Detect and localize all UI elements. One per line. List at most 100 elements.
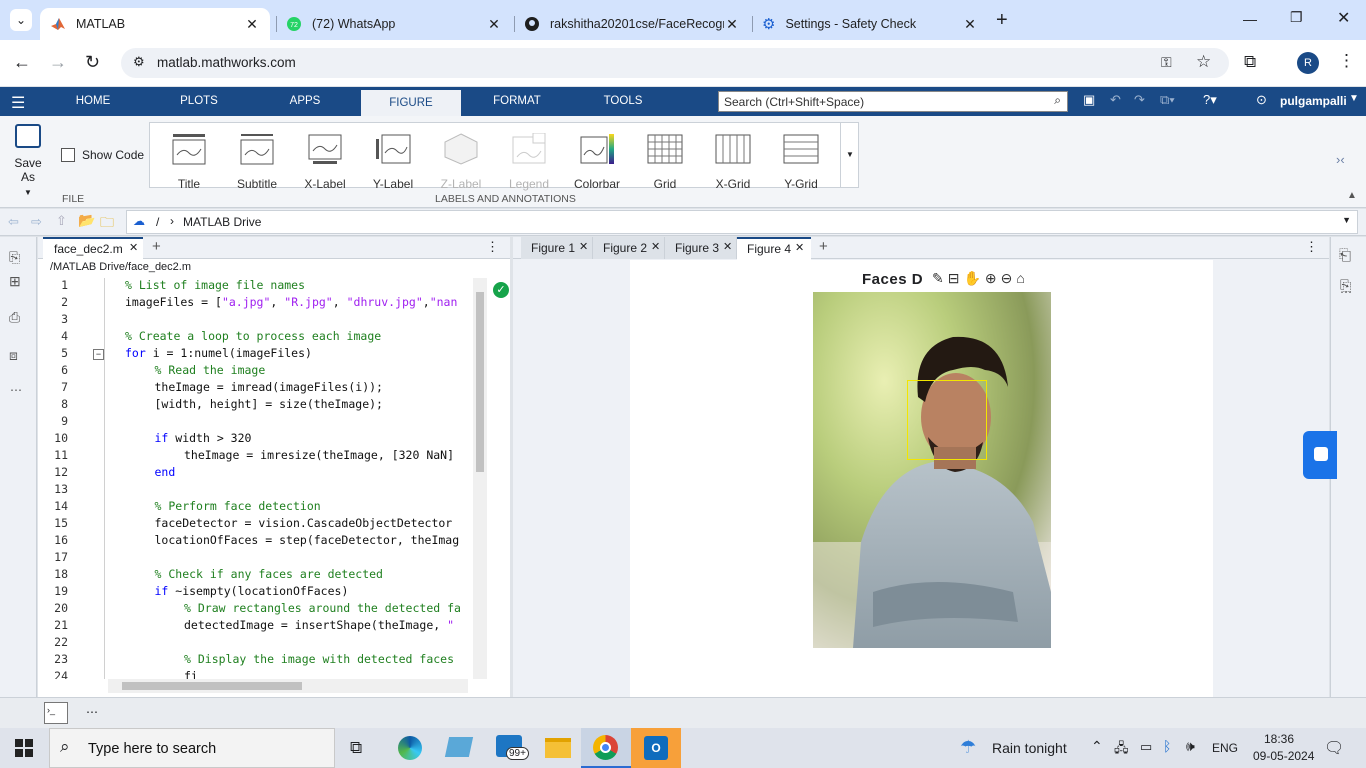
property-inspector-icon[interactable]: ⎗ (1339, 247, 1351, 264)
edge-browser-icon[interactable] (398, 736, 422, 760)
close-icon[interactable]: ✕ (962, 16, 978, 33)
code-line[interactable]: % Create a loop to process each image (125, 329, 381, 343)
undo-icon[interactable]: ↶ (1110, 92, 1121, 108)
outlook-new-button[interactable]: O (631, 728, 681, 768)
user-name[interactable]: pulgampalli (1280, 94, 1347, 108)
path-folder[interactable]: MATLAB Drive (183, 215, 261, 229)
clock-date[interactable]: 09-05-2024 (1253, 749, 1314, 763)
restore-icon[interactable]: ❐ (1290, 9, 1303, 26)
figure-tab[interactable]: Figure 2 ✕ (593, 237, 665, 259)
clock-time[interactable]: 18:36 (1264, 732, 1294, 746)
code-area[interactable]: 1 % List of image file names 2 imageFiles =… (38, 278, 486, 679)
add-figure-icon[interactable]: + (819, 238, 828, 255)
new-tab-button[interactable]: + (996, 9, 1008, 31)
variables-panel-icon[interactable]: ⧈ (9, 347, 18, 364)
bluetooth-icon[interactable]: ᛒ (1163, 738, 1171, 754)
x-label-button[interactable]: X-Label (294, 133, 356, 191)
more-icon[interactable]: ⋯ (10, 383, 22, 397)
windows-start-icon[interactable] (15, 739, 33, 757)
chevron-up-icon[interactable]: ⌃ (1091, 738, 1103, 755)
editor-menu-icon[interactable]: ⋮ (486, 239, 499, 255)
bookmark-star-icon[interactable]: ☆ (1196, 52, 1211, 72)
code-line[interactable]: theImage = imread(imageFiles(i)); (155, 380, 383, 394)
close-icon[interactable]: ✕ (579, 240, 588, 253)
hamburger-menu-icon[interactable]: ☰ (11, 93, 25, 113)
forward-arrow-icon[interactable]: ⇨ (31, 214, 42, 230)
code-line[interactable]: % List of image file names (125, 278, 305, 292)
more-icon[interactable]: ⋯ (86, 705, 98, 719)
close-icon[interactable]: ✕ (723, 240, 732, 253)
code-line[interactable]: locationOfFaces = step(faceDetector, the… (155, 533, 460, 547)
close-icon[interactable]: ✕ (129, 241, 138, 254)
back-icon[interactable]: ← (13, 52, 31, 73)
files-panel-icon[interactable]: ⎘ (9, 249, 20, 266)
forward-icon[interactable]: → (49, 52, 67, 73)
side-widget-button[interactable] (1303, 431, 1337, 479)
tab-apps[interactable]: APPS (276, 87, 334, 116)
colorbar-button[interactable]: Colorbar (566, 133, 628, 191)
workspace-panel-icon[interactable]: ⊞ (9, 273, 21, 290)
extensions-icon[interactable]: ⧉ (1244, 52, 1256, 72)
tab-format[interactable]: FORMAT (487, 87, 547, 116)
help-icon[interactable]: ?▾ (1203, 92, 1217, 108)
legend-button[interactable]: Legend (498, 133, 560, 191)
files-app-icon[interactable] (444, 737, 474, 757)
zoom-in-icon[interactable]: ⊕ (985, 270, 997, 287)
tab-plots[interactable]: PLOTS (170, 87, 228, 116)
code-line[interactable]: if width > 320 (155, 431, 252, 445)
volume-icon[interactable]: 🕪 (1186, 738, 1195, 755)
code-line[interactable]: % Draw rectangles around the detected fa (184, 601, 461, 615)
subtitle-button[interactable]: Subtitle (226, 133, 288, 191)
language-indicator[interactable]: ENG (1212, 741, 1238, 755)
up-folder-icon[interactable]: ⇧ (56, 213, 67, 229)
history-panel-icon[interactable]: ⎙ (9, 309, 20, 326)
browser-tab-github[interactable]: rakshitha20201cse/FaceRecognit ✕ (514, 8, 750, 40)
close-icon[interactable]: ✕ (795, 241, 804, 254)
reload-icon[interactable]: ↻ (85, 52, 100, 73)
horizontal-scrollbar[interactable] (108, 679, 468, 693)
pan-hand-icon[interactable]: ✋ (963, 270, 980, 287)
close-icon[interactable]: ✕ (486, 16, 502, 33)
collapse-panel-icon[interactable]: ›‹ (1336, 152, 1345, 167)
brush-icon[interactable]: ✎ (932, 270, 944, 287)
zoom-out-icon[interactable]: ⊖ (1001, 270, 1013, 287)
browser-menu-icon[interactable]: ⋮ (1338, 51, 1355, 71)
browser-tab-matlab[interactable]: MATLAB ✕ (40, 8, 270, 40)
figure-tab[interactable]: Figure 3 ✕ (665, 237, 737, 259)
show-code-checkbox[interactable] (61, 148, 75, 162)
code-line[interactable]: % Display the image with detected faces (184, 652, 454, 666)
figure-tab-active[interactable]: Figure 4 ✕ (737, 237, 811, 260)
path-root[interactable]: / (156, 215, 159, 229)
code-line[interactable]: [width, height] = size(theImage); (155, 397, 383, 411)
notifications-icon[interactable]: 🗨 (1324, 738, 1344, 758)
code-line[interactable]: detectedImage = insertShape(theImage, " (184, 618, 454, 632)
mail-icon[interactable]: 99+ (496, 735, 529, 760)
code-line[interactable]: if ~isempty(locationOfFaces) (155, 584, 349, 598)
save-as-button[interactable]: Save As ▼ (6, 124, 50, 197)
home-icon[interactable]: ⌂ (1016, 270, 1024, 287)
tab-search-button[interactable]: ⌄ (10, 9, 32, 31)
close-icon[interactable]: ✕ (651, 240, 660, 253)
password-key-icon[interactable]: ⚿ (1161, 54, 1172, 71)
file-explorer-icon[interactable] (545, 738, 571, 758)
collapse-toolstrip-icon[interactable]: ▲ (1347, 190, 1357, 201)
figures-menu-icon[interactable]: ⋮ (1305, 239, 1318, 255)
window-layout-icon[interactable]: ⧉▾ (1160, 92, 1175, 108)
weather-text[interactable]: Rain tonight (992, 740, 1067, 756)
code-line[interactable]: fi (184, 669, 198, 679)
code-line[interactable]: theImage = imresize(theImage, [320 NaN] (184, 448, 454, 462)
path-field[interactable]: ☁ / › MATLAB Drive ▼ (126, 210, 1358, 234)
close-window-icon[interactable]: ✕ (1337, 8, 1350, 28)
code-line[interactable]: % Check if any faces are detected (155, 567, 383, 581)
save-icon[interactable]: ▣ (1083, 92, 1095, 108)
code-line[interactable]: end (155, 465, 176, 479)
code-line[interactable]: imageFiles = ["a.jpg", "R.jpg", "dhruv.j… (125, 295, 457, 309)
grid-button[interactable]: Grid (634, 133, 696, 191)
chrome-taskbar-button[interactable] (581, 728, 631, 768)
x-grid-button[interactable]: X-Grid (702, 133, 764, 191)
battery-icon[interactable]: ▭ (1140, 739, 1152, 755)
code-line[interactable]: for i = 1:numel(imageFiles) (125, 346, 312, 360)
y-label-button[interactable]: Y-Label (362, 133, 424, 191)
y-grid-button[interactable]: Y-Grid (770, 133, 832, 191)
task-view-icon[interactable]: ⧉ (350, 738, 362, 758)
